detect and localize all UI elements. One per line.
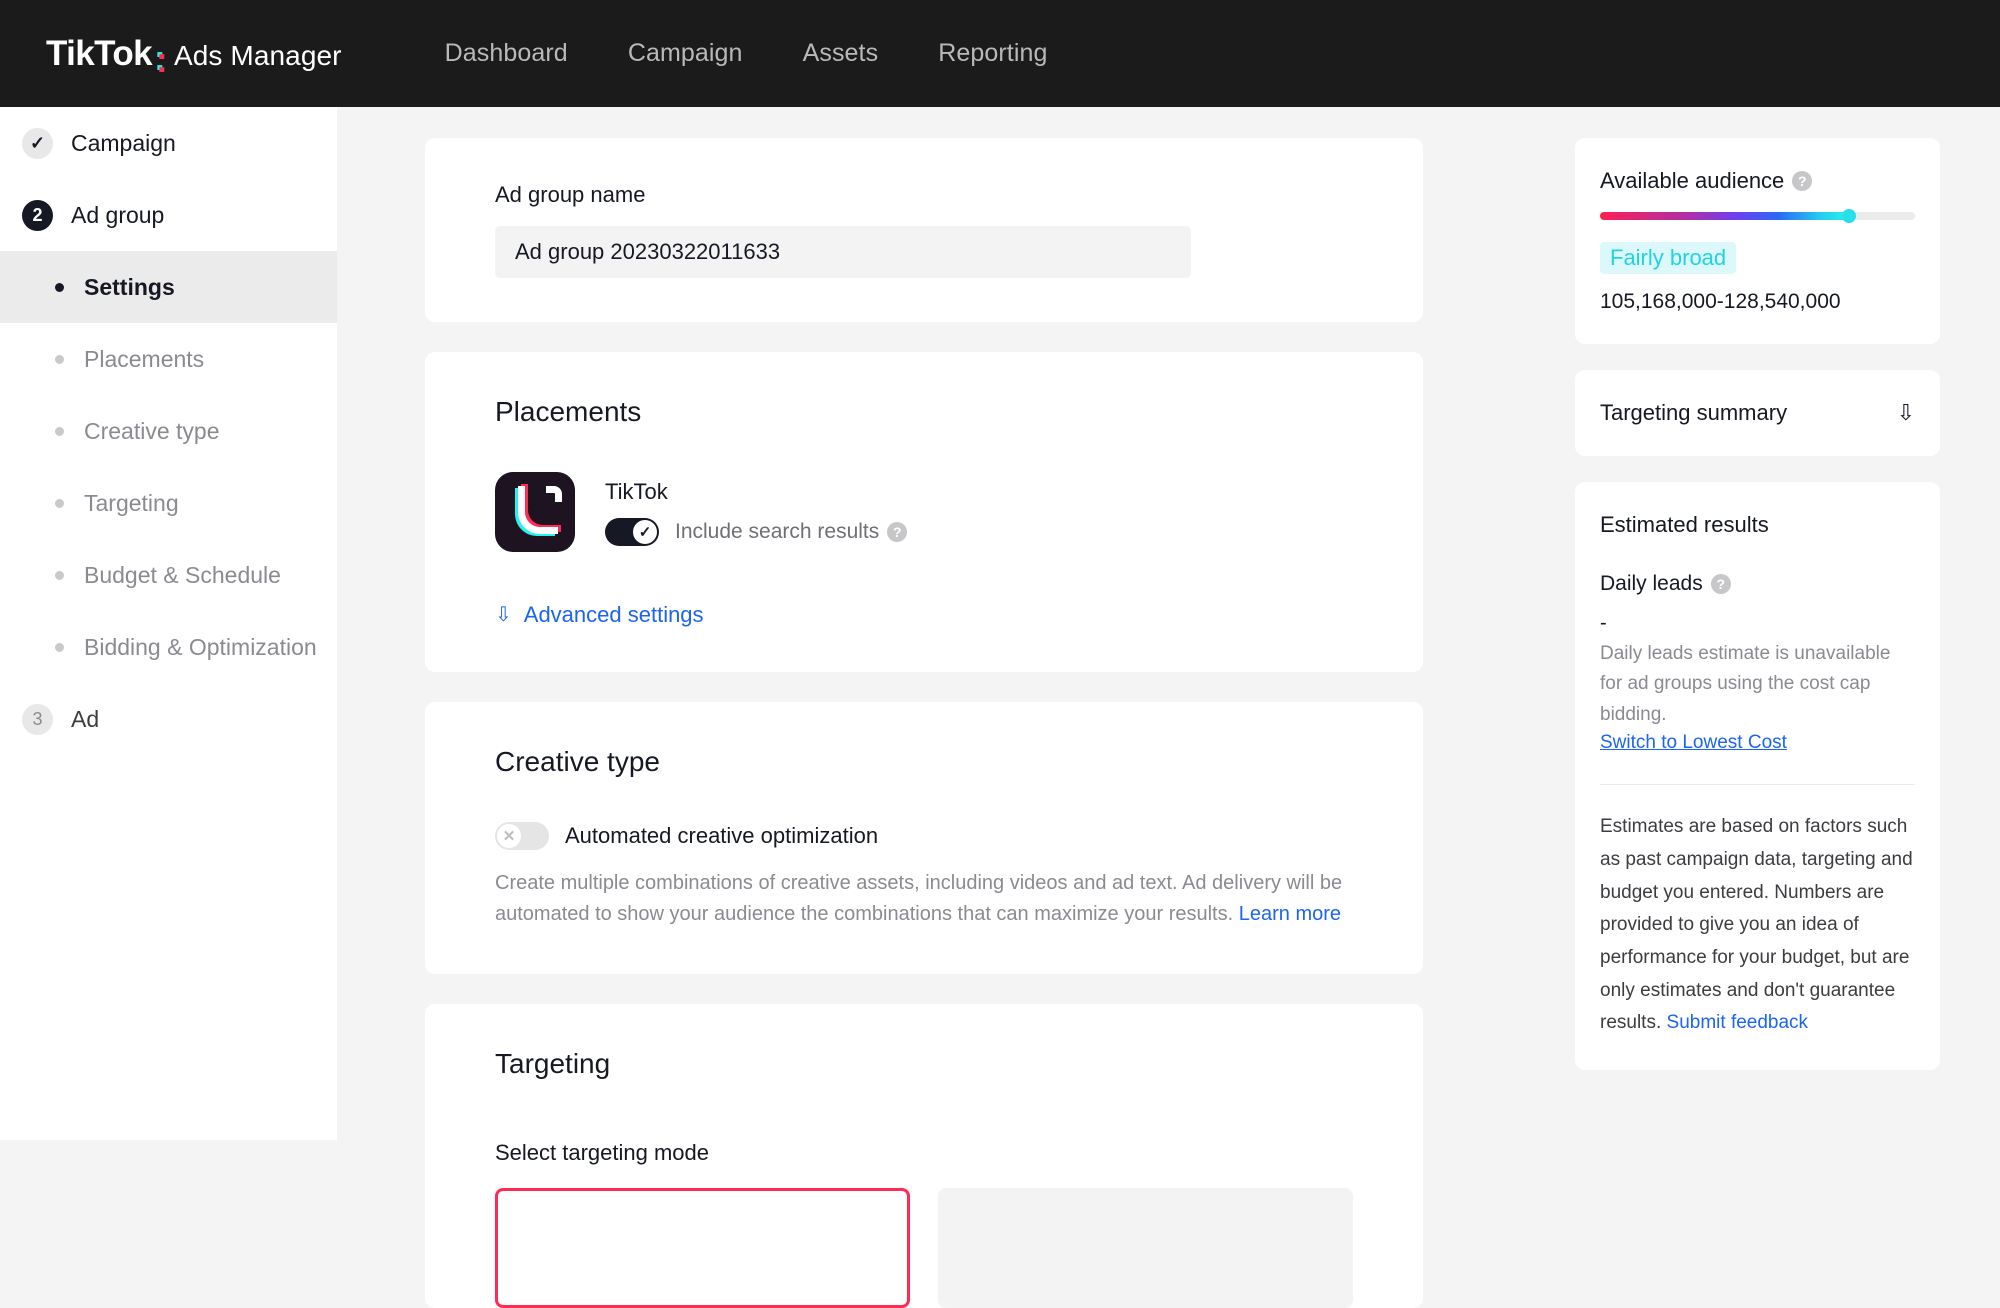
top-bar: TikTok :: Ads Manager Dashboard Campaign… xyxy=(0,0,2000,107)
bullet-icon xyxy=(55,643,64,652)
nav-item-campaign[interactable]: Campaign xyxy=(598,39,773,68)
targeting-title: Targeting xyxy=(495,1048,1353,1080)
select-targeting-mode-label: Select targeting mode xyxy=(495,1140,1353,1166)
daily-leads-label: Daily leads xyxy=(1600,572,1703,596)
sidebar-step-ad-label: Ad xyxy=(71,706,99,733)
estimates-disclaimer: Estimates are based on factors such as p… xyxy=(1600,816,1913,1033)
available-audience-title-row: Available audience ? xyxy=(1600,168,1915,194)
estimated-results-title: Estimated results xyxy=(1600,512,1915,538)
estimated-results-card: Estimated results Daily leads ? - Daily … xyxy=(1575,482,1940,1070)
chevron-down-double-icon[interactable]: ⇩ xyxy=(1897,400,1915,426)
help-icon[interactable]: ? xyxy=(887,522,907,542)
brand-subtitle: Ads Manager xyxy=(174,40,342,72)
sidebar-item-targeting[interactable]: Targeting xyxy=(0,467,337,539)
top-navigation: Dashboard Campaign Assets Reporting xyxy=(415,39,1078,68)
automated-creative-optimization-row: ✕ Automated creative optimization xyxy=(495,822,1353,850)
include-search-results-toggle[interactable]: ✓ xyxy=(605,518,659,546)
step-number-badge: 3 xyxy=(22,704,53,735)
daily-leads-value: - xyxy=(1600,612,1915,635)
sidebar-step-ad-group-label: Ad group xyxy=(71,202,164,229)
placement-tiktok-row: TikTok ✓ Include search results ? xyxy=(495,472,1353,552)
automated-creative-optimization-toggle[interactable]: ✕ xyxy=(495,822,549,850)
advanced-settings-link[interactable]: ⇩ Advanced settings xyxy=(495,602,1353,628)
chevron-down-double-icon: ⇩ xyxy=(495,605,512,625)
bullet-icon xyxy=(55,355,64,364)
sidebar-item-creative-type[interactable]: Creative type xyxy=(0,395,337,467)
available-audience-card: Available audience ? Fairly broad 105,16… xyxy=(1575,138,1940,344)
bullet-icon xyxy=(55,283,64,292)
brand-logo[interactable]: TikTok :: Ads Manager xyxy=(46,34,342,74)
sidebar-step-campaign-label: Campaign xyxy=(71,130,176,157)
bullet-icon xyxy=(55,427,64,436)
sidebar: ✓ Campaign 2 Ad group Settings Placement… xyxy=(0,107,337,1140)
sidebar-step-campaign[interactable]: ✓ Campaign xyxy=(0,107,337,179)
advanced-settings-label: Advanced settings xyxy=(524,602,704,628)
sidebar-item-placements-label: Placements xyxy=(84,346,204,373)
help-icon[interactable]: ? xyxy=(1711,574,1731,594)
switch-to-lowest-cost-link[interactable]: Switch to Lowest Cost xyxy=(1600,732,1915,754)
nav-item-assets[interactable]: Assets xyxy=(773,39,909,68)
available-audience-title: Available audience xyxy=(1600,168,1784,194)
targeting-mode-option-automatic[interactable] xyxy=(495,1188,910,1308)
section-divider xyxy=(1600,784,1915,785)
nav-item-reporting[interactable]: Reporting xyxy=(908,39,1077,68)
check-icon: ✓ xyxy=(22,128,53,159)
right-panel: Available audience ? Fairly broad 105,16… xyxy=(1563,107,2000,1140)
available-audience-slider[interactable] xyxy=(1600,212,1915,220)
audience-slider-handle[interactable] xyxy=(1842,209,1856,223)
sidebar-item-targeting-label: Targeting xyxy=(84,490,179,517)
help-icon[interactable]: ? xyxy=(1792,171,1812,191)
audience-breadth-badge: Fairly broad xyxy=(1600,242,1736,274)
daily-leads-note: Daily leads estimate is unavailable for … xyxy=(1600,639,1915,730)
sidebar-item-creative-type-label: Creative type xyxy=(84,418,220,445)
submit-feedback-link[interactable]: Submit feedback xyxy=(1667,1012,1809,1033)
sidebar-item-bidding-optimization-label: Bidding & Optimization xyxy=(84,634,317,661)
close-icon: ✕ xyxy=(497,824,521,848)
ad-group-name-card: Ad group name xyxy=(425,138,1423,322)
daily-leads-row: Daily leads ? xyxy=(1600,572,1915,596)
creative-type-description-block: Create multiple combinations of creative… xyxy=(495,868,1440,930)
placements-title: Placements xyxy=(495,396,1353,428)
tiktok-logo-icon xyxy=(495,472,575,552)
targeting-summary-title: Targeting summary xyxy=(1600,400,1787,426)
sidebar-item-settings[interactable]: Settings xyxy=(0,251,337,323)
audience-slider-fill xyxy=(1600,212,1849,220)
creative-type-title: Creative type xyxy=(495,746,1353,778)
bullet-icon xyxy=(55,571,64,580)
learn-more-link[interactable]: Learn more xyxy=(1239,903,1341,925)
placement-platform-label: TikTok xyxy=(605,479,907,505)
check-icon: ✓ xyxy=(633,520,657,544)
ad-group-name-input[interactable] xyxy=(495,226,1191,278)
sidebar-item-placements[interactable]: Placements xyxy=(0,323,337,395)
ad-group-name-label: Ad group name xyxy=(495,182,1353,208)
nav-item-dashboard[interactable]: Dashboard xyxy=(415,39,598,68)
brand-tiktok-wordmark: TikTok xyxy=(46,34,152,74)
sidebar-item-bidding-optimization[interactable]: Bidding & Optimization xyxy=(0,611,337,683)
sidebar-item-budget-schedule[interactable]: Budget & Schedule xyxy=(0,539,337,611)
estimates-disclaimer-block: Estimates are based on factors such as p… xyxy=(1600,811,1915,1040)
sidebar-item-settings-label: Settings xyxy=(84,274,175,301)
automated-creative-optimization-label: Automated creative optimization xyxy=(565,823,878,849)
sidebar-item-budget-schedule-label: Budget & Schedule xyxy=(84,562,281,589)
sidebar-step-ad-group[interactable]: 2 Ad group xyxy=(0,179,337,251)
creative-type-card: Creative type ✕ Automated creative optim… xyxy=(425,702,1423,974)
placements-card: Placements TikTok ✓ Include search resul… xyxy=(425,352,1423,672)
sidebar-step-ad[interactable]: 3 Ad xyxy=(0,683,337,755)
targeting-mode-option-custom[interactable] xyxy=(938,1188,1353,1308)
step-number-badge: 2 xyxy=(22,200,53,231)
audience-size-range: 105,168,000-128,540,000 xyxy=(1600,290,1915,314)
bullet-icon xyxy=(55,499,64,508)
include-search-results-label: Include search results xyxy=(675,520,879,544)
main-content: Ad group name Placements TikTok ✓ xyxy=(337,107,1563,1140)
targeting-mode-options xyxy=(495,1188,1353,1308)
targeting-summary-card[interactable]: Targeting summary ⇩ xyxy=(1575,370,1940,456)
creative-type-description: Create multiple combinations of creative… xyxy=(495,872,1342,925)
targeting-card: Targeting Select targeting mode xyxy=(425,1004,1423,1308)
